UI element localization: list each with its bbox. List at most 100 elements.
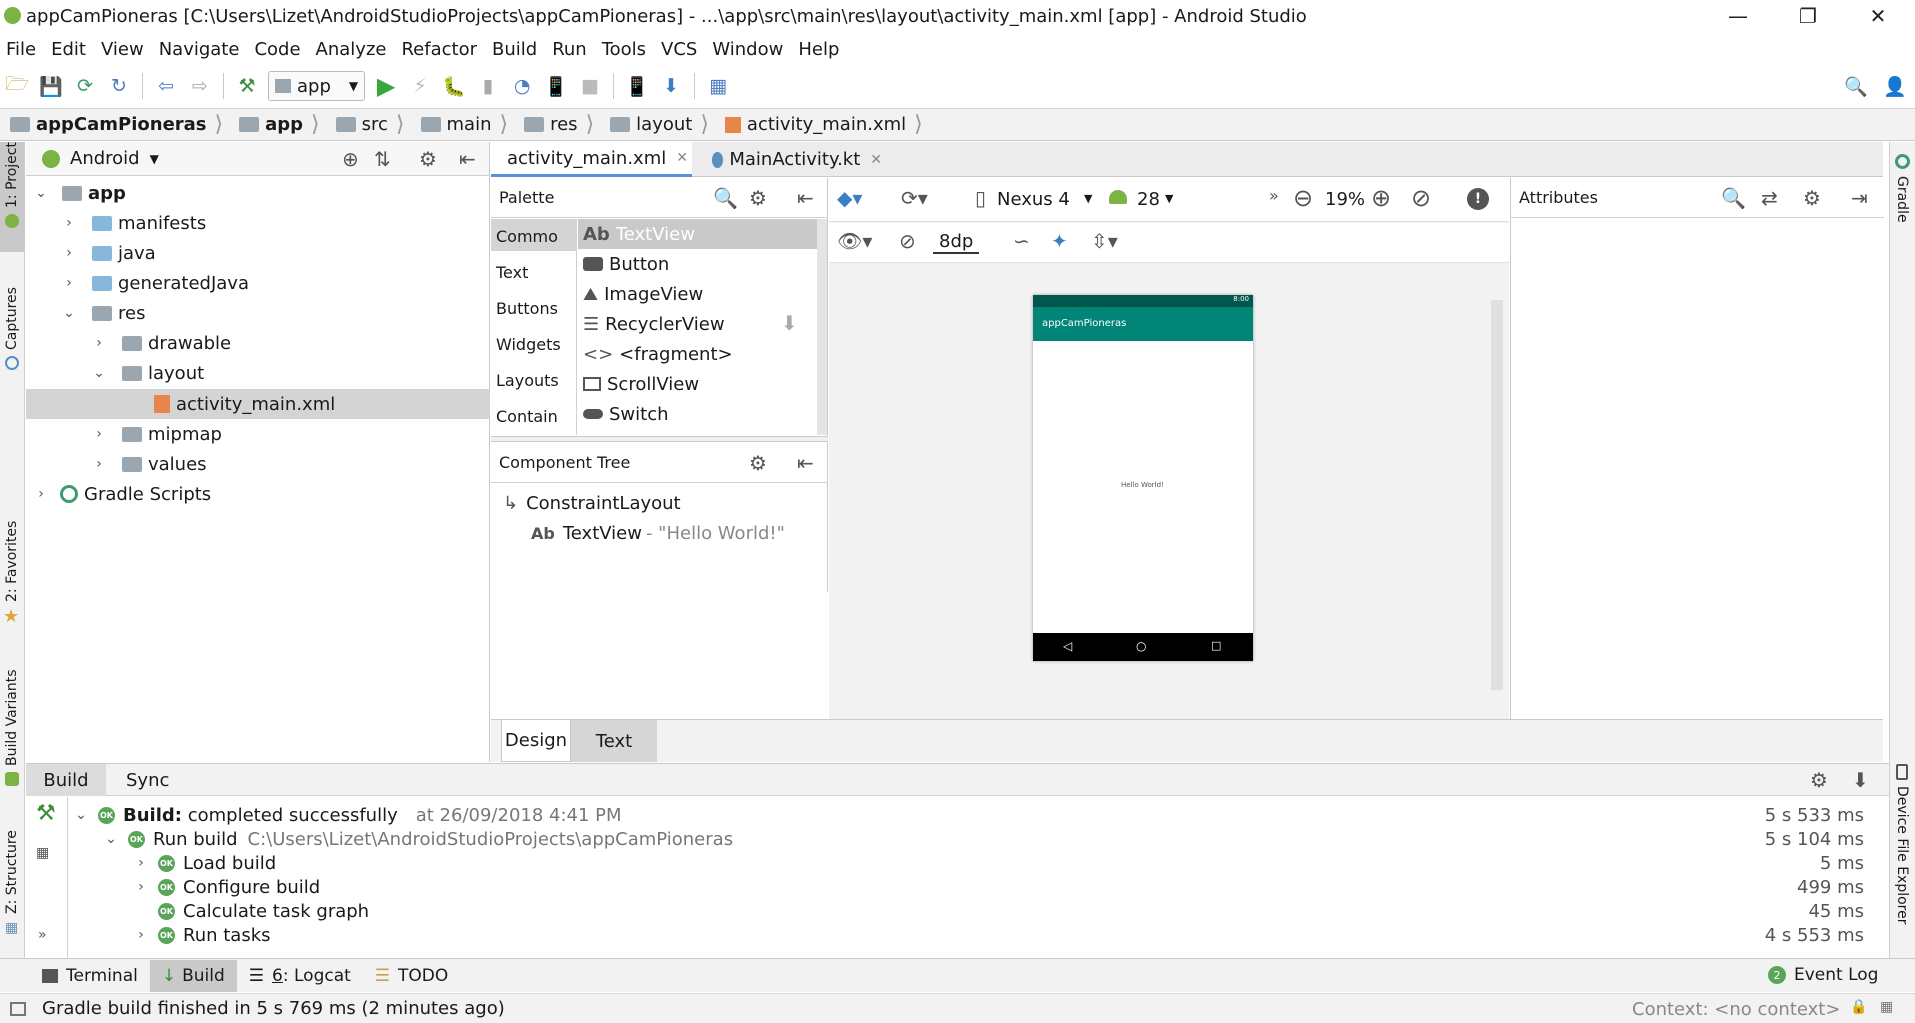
- eye-icon[interactable]: 👁▾: [837, 229, 872, 253]
- device-icon[interactable]: ▯: [975, 186, 986, 210]
- zoom-in-icon[interactable]: ⊕: [1371, 184, 1391, 212]
- save-icon[interactable]: 💾: [34, 69, 68, 103]
- build-row-configure-build[interactable]: › OK Configure build 499 ms: [134, 875, 1884, 899]
- tab-text[interactable]: Text: [571, 720, 657, 762]
- crumb-res[interactable]: res ⟩: [514, 112, 600, 137]
- device-preview[interactable]: 8:00 appCamPioneras Hello World! ◁ ○ □: [1033, 295, 1253, 661]
- palette-item-imageview[interactable]: ⛰ ImageView: [583, 279, 703, 309]
- build-row-root[interactable]: ⌄ OK Build: completed successfully at 26…: [74, 803, 1884, 827]
- project-view-select[interactable]: Android: [70, 148, 140, 169]
- component-constraintlayout[interactable]: ↳ ConstraintLayout: [503, 488, 681, 518]
- hide-panel-icon[interactable]: ⇤: [797, 451, 814, 475]
- hide-panel-icon[interactable]: ⇤: [797, 186, 814, 210]
- gear-icon[interactable]: ⚙: [749, 451, 767, 475]
- api-level-select[interactable]: 28: [1137, 189, 1160, 210]
- tree-item-drawable[interactable]: › drawable: [92, 328, 231, 358]
- layers-icon[interactable]: ◆▾: [837, 186, 862, 210]
- refresh-icon[interactable]: ↻: [102, 69, 136, 103]
- user-icon[interactable]: 👤: [1878, 69, 1912, 103]
- logcat-tool-button[interactable]: ☰ 6: Logcat: [237, 960, 363, 992]
- palette-item-fragment[interactable]: <> <fragment>: [583, 339, 733, 369]
- notifications-icon[interactable]: ▦: [1880, 999, 1893, 1015]
- tab-design[interactable]: Design: [501, 720, 571, 762]
- apply-changes-icon[interactable]: ⚡: [403, 69, 437, 103]
- structure-tool-button[interactable]: Z: Structure: [4, 830, 20, 914]
- component-textview[interactable]: Ab TextView - "Hello World!": [531, 518, 785, 548]
- debug-icon[interactable]: 🐛: [437, 69, 471, 103]
- zoom-fit-icon[interactable]: ⊘: [1411, 184, 1431, 212]
- run-icon[interactable]: ▶: [369, 69, 403, 103]
- crumb-src[interactable]: src ⟩: [326, 112, 411, 137]
- device-select[interactable]: Nexus 4: [997, 189, 1070, 210]
- tab-mainactivity[interactable]: MainActivity.kt ✕: [702, 142, 892, 177]
- download-icon[interactable]: ⬇: [1852, 768, 1869, 792]
- close-icon[interactable]: ✕: [870, 152, 882, 168]
- category-layouts[interactable]: Layouts: [496, 371, 559, 390]
- hello-world-text[interactable]: Hello World!: [1121, 481, 1164, 489]
- search-icon[interactable]: 🔍: [713, 186, 738, 210]
- close-button[interactable]: ✕: [1846, 0, 1910, 32]
- menu-build[interactable]: Build: [486, 39, 546, 60]
- crumb-project[interactable]: appCamPioneras ⟩: [0, 112, 229, 137]
- palette-item-recyclerview[interactable]: ☰ RecyclerView: [583, 309, 725, 339]
- splitter-handle[interactable]: [491, 436, 828, 442]
- menu-code[interactable]: Code: [248, 39, 309, 60]
- open-folder-icon[interactable]: 🗁: [0, 69, 34, 103]
- gear-icon[interactable]: ⚙: [749, 186, 767, 210]
- build-row-run-tasks[interactable]: › OK Run tasks 4 s 553 ms: [134, 923, 1884, 947]
- gear-icon[interactable]: ⚙: [1803, 186, 1821, 210]
- locate-icon[interactable]: ⊕: [342, 147, 359, 171]
- search-icon[interactable]: 🔍: [1721, 186, 1746, 210]
- crumb-layout[interactable]: layout ⟩: [600, 112, 715, 137]
- avd-manager-icon[interactable]: 📱: [620, 69, 654, 103]
- palette-item-button[interactable]: Button: [583, 249, 669, 279]
- menu-view[interactable]: View: [95, 39, 153, 60]
- captures-tool-button[interactable]: Captures: [4, 287, 20, 350]
- restore-button[interactable]: ❐: [1776, 0, 1840, 32]
- tab-activity-main[interactable]: activity_main.xml ✕: [491, 142, 692, 177]
- tab-build[interactable]: Build: [26, 764, 106, 796]
- crumb-file[interactable]: activity_main.xml ⟩: [715, 112, 929, 137]
- overflow-icon[interactable]: »: [38, 927, 47, 943]
- build-tool-button[interactable]: ↓ Build: [149, 959, 237, 992]
- clear-constraints-icon[interactable]: ∽: [1013, 229, 1030, 253]
- gear-icon[interactable]: ⚙: [1810, 768, 1828, 792]
- search-everywhere-icon[interactable]: 🔍: [1839, 69, 1873, 103]
- terminal-tool-button[interactable]: Terminal: [30, 960, 150, 992]
- category-text[interactable]: Text: [496, 263, 528, 282]
- sdk-manager-icon[interactable]: ⬇: [654, 69, 688, 103]
- infer-constraints-icon[interactable]: ✦: [1051, 229, 1068, 253]
- run-coverage-icon[interactable]: ▮: [471, 69, 505, 103]
- chevron-down-icon[interactable]: ▼: [150, 152, 159, 166]
- category-containers[interactable]: Contain: [496, 407, 558, 426]
- tree-item-generatedjava[interactable]: › generatedJava: [62, 268, 249, 298]
- build-row-load-build[interactable]: › OK Load build 5 ms: [134, 851, 1884, 875]
- hide-panel-icon[interactable]: ⇥: [1851, 186, 1868, 210]
- tree-item-manifests[interactable]: › manifests: [62, 208, 206, 238]
- overflow-icon[interactable]: »: [1269, 186, 1279, 205]
- menu-window[interactable]: Window: [706, 39, 792, 60]
- tree-item-java[interactable]: › java: [62, 238, 156, 268]
- gear-icon[interactable]: ⚙: [419, 147, 437, 171]
- tree-item-res[interactable]: ⌄ res: [62, 298, 145, 328]
- tree-item-layout[interactable]: ⌄ layout: [92, 358, 204, 388]
- build-variants-tool-button[interactable]: Build Variants: [4, 669, 20, 766]
- crumb-app[interactable]: app ⟩: [229, 112, 326, 137]
- make-project-icon[interactable]: ⚒: [230, 69, 264, 103]
- close-icon[interactable]: ✕: [676, 150, 688, 166]
- tree-item-activity-main[interactable]: activity_main.xml: [154, 389, 335, 419]
- swap-view-icon[interactable]: ⇄: [1761, 186, 1778, 210]
- category-buttons[interactable]: Buttons: [496, 299, 558, 318]
- menu-help[interactable]: Help: [792, 39, 848, 60]
- menu-edit[interactable]: Edit: [45, 39, 95, 60]
- orientation-icon[interactable]: ⟳▾: [901, 186, 928, 210]
- menu-refactor[interactable]: Refactor: [395, 39, 486, 60]
- minimize-button[interactable]: —: [1706, 0, 1770, 32]
- profile-icon[interactable]: ◔: [505, 69, 539, 103]
- toggle-view-icon[interactable]: ▦: [36, 845, 49, 861]
- project-tool-button[interactable]: 1: Project: [4, 142, 20, 208]
- category-widgets[interactable]: Widgets: [496, 335, 561, 354]
- lock-icon[interactable]: 🔒: [1850, 999, 1867, 1015]
- hammer-icon[interactable]: ⚒: [36, 801, 56, 826]
- sync-icon[interactable]: ⟳: [68, 69, 102, 103]
